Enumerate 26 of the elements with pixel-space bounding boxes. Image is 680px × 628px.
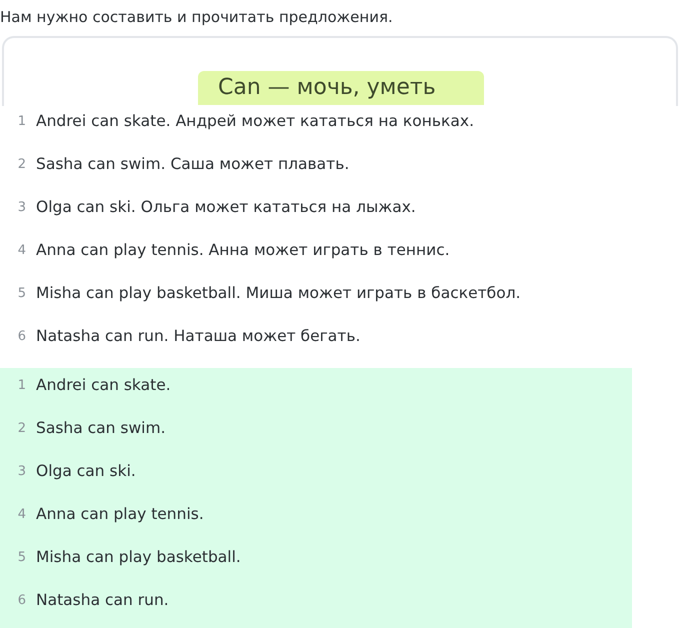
line-number: 5 [16, 285, 27, 303]
sentence-text: Andrei can skate. Андрей может кататься на коньках. [36, 111, 474, 132]
sentence-text: Misha can play basketball. Миша может играть в баскетбол. [36, 283, 521, 304]
line-number: 1 [16, 113, 27, 131]
intro-text: Нам нужно составить и прочитать предложения. [0, 7, 394, 28]
line-number: 4 [16, 242, 27, 260]
answer-text: Olga can ski. [36, 461, 136, 482]
answer-text: Anna can play tennis. [36, 504, 204, 525]
answer-text: Misha can play basketball. [36, 547, 241, 568]
line-number: 2 [16, 156, 27, 174]
line-number: 2 [16, 420, 27, 438]
sentence-text: Anna can play tennis. Анна может играть в теннис. [36, 240, 450, 261]
answer-text: Andrei can skate. [36, 375, 171, 396]
answer-text: Sasha can swim. [36, 418, 166, 439]
highlight-box: Can — мочь, уметь [198, 71, 484, 105]
line-number: 3 [16, 463, 27, 481]
line-number: 1 [16, 377, 27, 395]
sentence-text: Natasha can run. Наташа может бегать. [36, 326, 360, 347]
line-number: 5 [16, 549, 27, 567]
sentence-text: Sasha can swim. Саша может плавать. [36, 154, 350, 175]
sentence-text: Olga can ski. Ольга может кататься на лыжах. [36, 197, 416, 218]
answer-text: Natasha can run. [36, 590, 169, 611]
line-number: 6 [16, 328, 27, 346]
line-number: 4 [16, 506, 27, 524]
line-number: 6 [16, 592, 27, 610]
line-number: 3 [16, 199, 27, 217]
